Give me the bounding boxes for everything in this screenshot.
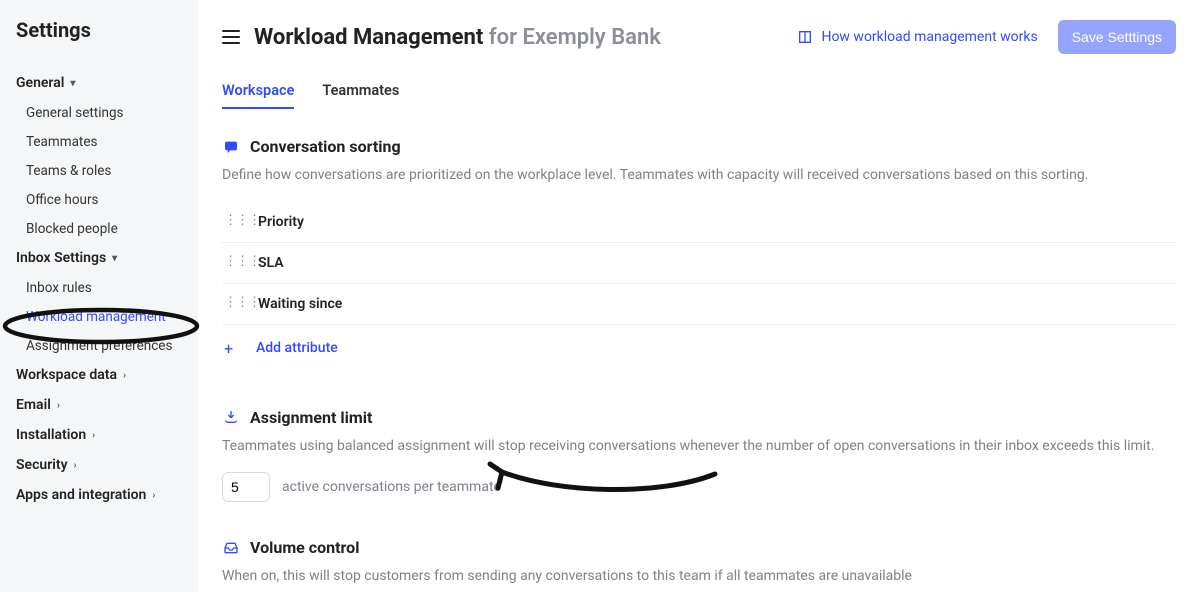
help-link-label: How workload management works (821, 29, 1037, 45)
section-description: When on, this will stop customers from s… (222, 567, 1176, 587)
sort-row-label: Priority (258, 214, 304, 230)
sidebar-item-assignment-preferences[interactable]: Assignment preferences (0, 331, 198, 360)
sidebar-item-inbox-rules[interactable]: Inbox rules (0, 273, 198, 302)
sidebar-group-general[interactable]: General ▾ (0, 68, 198, 98)
main-header-right: How workload management works Save Settt… (797, 20, 1176, 54)
chevron-down-icon: ▾ (112, 253, 117, 264)
chevron-right-icon: › (92, 430, 95, 441)
tab-workspace[interactable]: Workspace (222, 82, 294, 109)
sidebar-group-label: Installation (16, 427, 86, 443)
sidebar-group-label: General (16, 75, 64, 91)
sidebar-item-general-settings[interactable]: General settings (0, 98, 198, 127)
sidebar-group-label: Email (16, 397, 51, 413)
sidebar-title: Settings (0, 18, 198, 68)
section-conversation-sorting: Conversation sorting Define how conversa… (222, 137, 1176, 372)
download-limit-icon (222, 408, 240, 426)
sidebar-item-office-hours[interactable]: Office hours (0, 185, 198, 214)
sidebar-item-workload-management[interactable]: Workload management (0, 302, 198, 331)
tab-teammates[interactable]: Teammates (322, 82, 399, 109)
add-attribute-label: Add attribute (256, 340, 338, 356)
sidebar-group-workspace-data[interactable]: Workspace data › (0, 360, 198, 390)
sidebar-item-blocked-people[interactable]: Blocked people (0, 214, 198, 243)
main-header-left: Workload Management for Exemply Bank (222, 25, 661, 50)
save-settings-button[interactable]: Save Setttings (1058, 20, 1176, 54)
limit-row: active conversations per teammate (222, 472, 1176, 502)
section-header: Assignment limit (222, 408, 1176, 427)
main-content: Workload Management for Exemply Bank How… (198, 0, 1200, 592)
tabs: Workspace Teammates (222, 82, 1176, 109)
section-title: Assignment limit (250, 408, 372, 427)
section-title: Volume control (250, 538, 359, 557)
page-title-main: Workload Management (254, 25, 483, 50)
chevron-right-icon: › (74, 460, 77, 471)
sidebar-group-inbox-settings[interactable]: Inbox Settings ▾ (0, 243, 198, 273)
settings-sidebar: Settings General ▾ General settings Team… (0, 0, 198, 592)
sort-row-label: Waiting since (258, 296, 342, 312)
section-assignment-limit: Assignment limit Teammates using balance… (222, 408, 1176, 503)
drag-handle-icon[interactable]: ⋮⋮⋮ (224, 300, 242, 307)
plus-icon: + (224, 339, 242, 358)
menu-icon[interactable] (222, 30, 240, 44)
chevron-right-icon: › (152, 490, 155, 501)
sidebar-group-security[interactable]: Security › (0, 450, 198, 480)
sidebar-group-email[interactable]: Email › (0, 390, 198, 420)
assignment-limit-input[interactable] (222, 472, 270, 502)
sort-row-label: SLA (258, 255, 284, 271)
drag-handle-icon[interactable]: ⋮⋮⋮ (224, 218, 242, 225)
sidebar-group-label: Security (16, 457, 68, 473)
sort-row-priority[interactable]: ⋮⋮⋮ Priority (222, 202, 1176, 243)
sidebar-group-apps-integration[interactable]: Apps and integration › (0, 480, 198, 510)
sidebar-group-installation[interactable]: Installation › (0, 420, 198, 450)
section-header: Conversation sorting (222, 137, 1176, 156)
drag-handle-icon[interactable]: ⋮⋮⋮ (224, 259, 242, 266)
sort-row-sla[interactable]: ⋮⋮⋮ SLA (222, 243, 1176, 284)
sidebar-group-label: Workspace data (16, 367, 117, 383)
chevron-down-icon: ▾ (70, 78, 75, 89)
sidebar-group-label: Apps and integration (16, 487, 146, 503)
limit-suffix-label: active conversations per teammate (282, 479, 501, 495)
sort-row-waiting-since[interactable]: ⋮⋮⋮ Waiting since (222, 284, 1176, 325)
chevron-right-icon: › (123, 370, 126, 381)
section-description: Define how conversations are prioritized… (222, 166, 1176, 186)
sidebar-item-teams-roles[interactable]: Teams & roles (0, 156, 198, 185)
page-title-suffix: for Exemply Bank (489, 25, 661, 50)
add-attribute-button[interactable]: + Add attribute (222, 325, 1176, 372)
chat-bubble-icon (222, 138, 240, 156)
main-header: Workload Management for Exemply Bank How… (222, 20, 1176, 54)
book-icon (797, 29, 813, 45)
sidebar-item-teammates[interactable]: Teammates (0, 127, 198, 156)
section-header: Volume control (222, 538, 1176, 557)
help-link[interactable]: How workload management works (797, 29, 1037, 45)
page-title: Workload Management for Exemply Bank (254, 25, 661, 50)
section-title: Conversation sorting (250, 137, 401, 156)
inbox-icon (222, 539, 240, 557)
section-volume-control: Volume control When on, this will stop c… (222, 538, 1176, 587)
chevron-right-icon: › (57, 400, 60, 411)
sidebar-group-label: Inbox Settings (16, 250, 106, 266)
section-description: Teammates using balanced assignment will… (222, 437, 1176, 457)
